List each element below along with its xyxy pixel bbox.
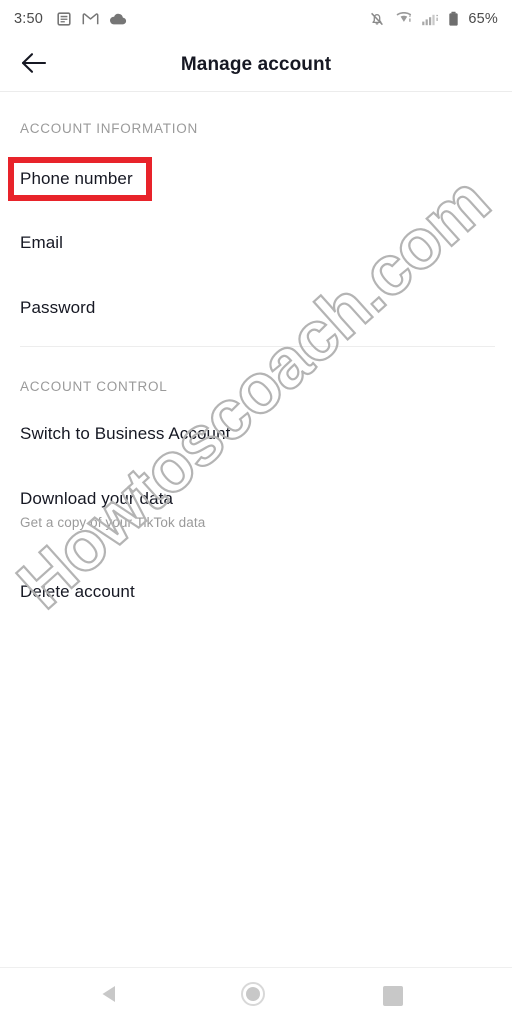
section-header-account-information: ACCOUNT INFORMATION bbox=[20, 121, 198, 136]
app-header: Manage account bbox=[0, 38, 512, 91]
triangle-back-icon bbox=[99, 983, 121, 1010]
square-recents-icon bbox=[383, 986, 403, 1006]
settings-row-delete-account[interactable]: Delete account bbox=[0, 581, 512, 603]
nav-recents-button[interactable] bbox=[365, 968, 421, 1024]
status-bar: 3:50 65% bbox=[0, 0, 512, 38]
gmail-icon bbox=[82, 12, 99, 26]
settings-row-title: Switch to Business Account bbox=[20, 424, 231, 443]
settings-row-title: Phone number bbox=[20, 169, 133, 188]
settings-row-title: Password bbox=[20, 298, 96, 317]
circle-home-icon bbox=[240, 981, 266, 1012]
settings-row-email[interactable]: Email bbox=[0, 232, 512, 254]
battery-percent-label: 65% bbox=[468, 11, 498, 27]
settings-row-title: Download your data bbox=[20, 489, 174, 508]
cloud-icon bbox=[109, 13, 127, 26]
settings-row-title: Delete account bbox=[20, 582, 135, 601]
settings-row-phone-number[interactable]: Phone number bbox=[0, 168, 512, 190]
news-feed-icon bbox=[56, 11, 72, 27]
section-header-account-control: ACCOUNT CONTROL bbox=[20, 379, 168, 394]
settings-row-title: Email bbox=[20, 233, 64, 252]
status-bar-clock: 3:50 bbox=[14, 11, 44, 27]
page-title: Manage account bbox=[180, 54, 332, 75]
android-navigation-bar bbox=[0, 967, 512, 1024]
wifi-icon bbox=[393, 11, 413, 27]
battery-icon bbox=[448, 11, 459, 27]
status-bar-left: 3:50 bbox=[14, 11, 137, 27]
settings-row-subtitle: Get a copy of your TikTok data bbox=[20, 515, 206, 530]
settings-row-switch-to-business-account[interactable]: Switch to Business Account bbox=[0, 423, 512, 445]
section-divider bbox=[20, 346, 495, 347]
status-bar-right: 65% bbox=[369, 11, 498, 27]
settings-row-download-your-data[interactable]: Download your data Get a copy of your Ti… bbox=[0, 488, 512, 533]
notifications-off-icon bbox=[369, 11, 385, 27]
nav-home-button[interactable] bbox=[225, 968, 281, 1024]
cellular-signal-icon bbox=[421, 12, 440, 27]
nav-back-button[interactable] bbox=[82, 968, 138, 1024]
settings-row-password[interactable]: Password bbox=[0, 297, 512, 319]
settings-list: ACCOUNT INFORMATION Phone number Email P… bbox=[0, 92, 512, 968]
